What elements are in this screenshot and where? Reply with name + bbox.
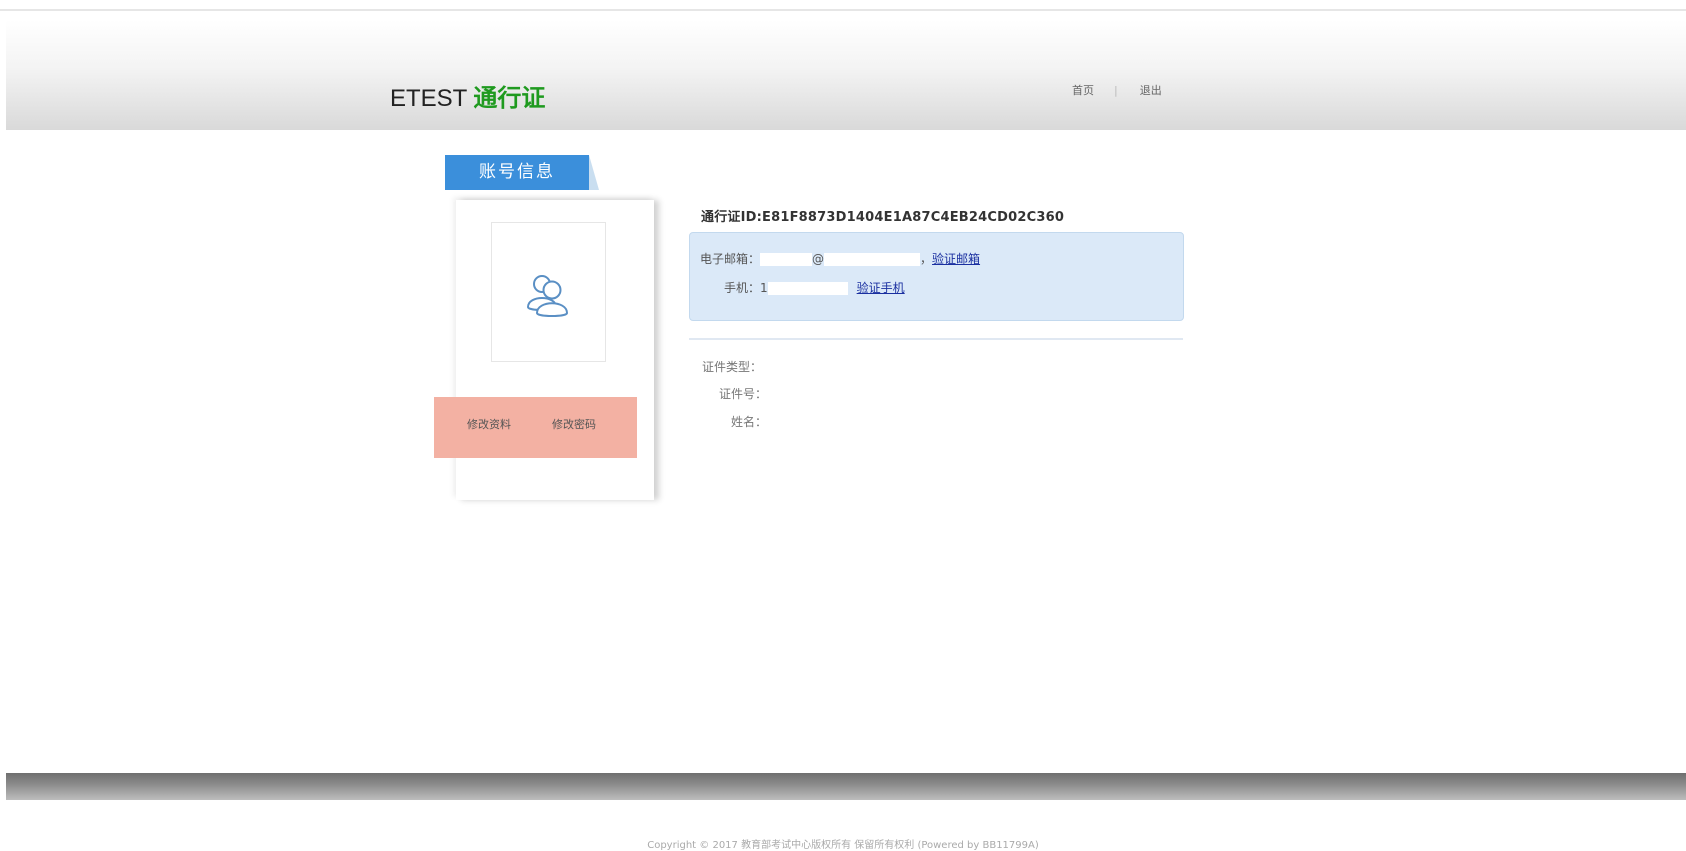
phone-redacted — [767, 282, 848, 295]
edit-profile-link[interactable]: 修改资料 — [467, 416, 511, 432]
email-redacted-domain — [824, 253, 921, 266]
user-group-icon — [526, 275, 569, 317]
email-row: 电子邮箱： @ ，验证邮箱 — [700, 250, 980, 267]
email-redacted-user — [760, 253, 813, 266]
top-divider — [0, 9, 1686, 11]
section-divider — [689, 338, 1183, 340]
nav-separator: | — [1114, 84, 1118, 97]
logo-brand: ETEST — [390, 85, 468, 112]
verify-email-link[interactable]: 验证邮箱 — [932, 252, 980, 266]
email-comma: ， — [920, 252, 933, 266]
tab-account-info[interactable]: 账号信息 — [445, 155, 589, 190]
phone-prefix: 1 — [760, 281, 768, 295]
footer-bar — [6, 773, 1686, 800]
tab-tail — [589, 155, 599, 190]
logo-accent: 通行证 — [473, 84, 546, 112]
nav-logout-link[interactable]: 退出 — [1140, 84, 1162, 97]
avatar — [491, 222, 606, 362]
top-nav: 首页 | 退出 — [1072, 82, 1162, 98]
header-bar — [6, 20, 1686, 130]
email-at: @ — [812, 252, 825, 266]
id-number-label: 证件号： — [719, 387, 768, 401]
verify-phone-link[interactable]: 验证手机 — [857, 281, 905, 295]
name-label: 姓名： — [731, 415, 768, 429]
profile-actions: 修改资料 修改密码 — [434, 397, 637, 458]
email-label: 电子邮箱： — [700, 252, 761, 266]
site-logo: ETEST 通行证 — [390, 78, 545, 113]
contact-info-box — [689, 232, 1184, 321]
phone-row: 手机：1 验证手机 — [724, 279, 905, 296]
change-password-link[interactable]: 修改密码 — [552, 416, 596, 432]
phone-label: 手机： — [724, 281, 761, 295]
nav-home-link[interactable]: 首页 — [1072, 84, 1094, 97]
id-type-label: 证件类型： — [702, 360, 763, 374]
pass-id: 通行证ID:E81F8873D1404E1A87C4EB24CD02C360 — [701, 210, 1065, 225]
